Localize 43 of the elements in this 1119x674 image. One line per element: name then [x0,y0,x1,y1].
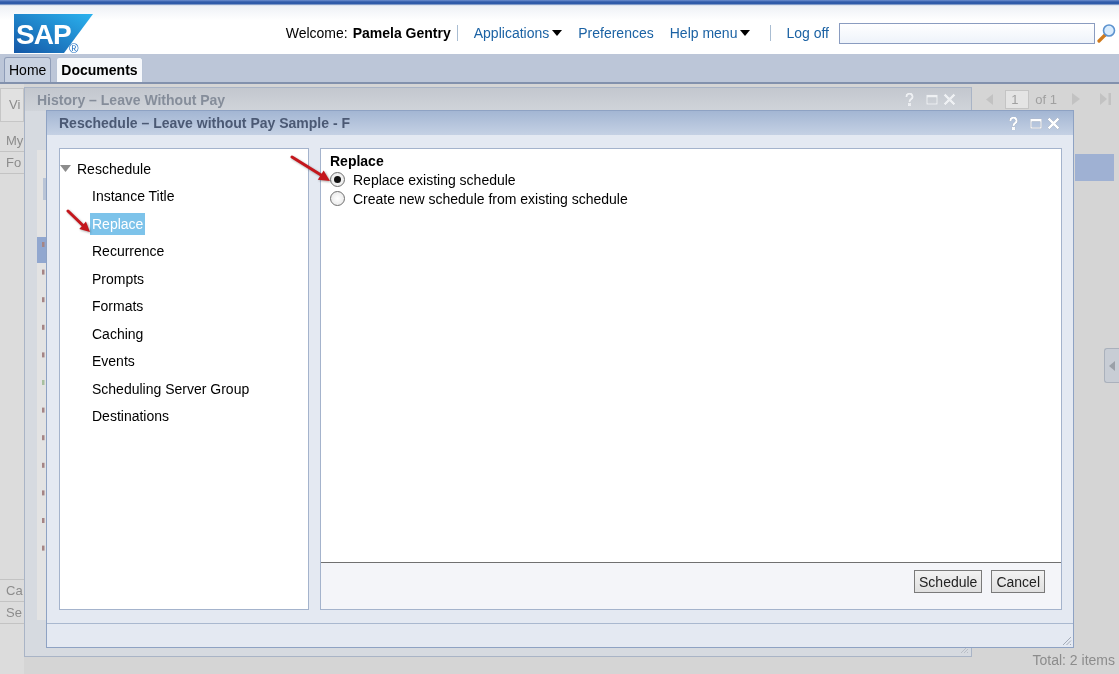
left-triangle-icon [1109,360,1115,371]
dialog-button[interactable]: Cancel [991,570,1045,593]
search-field[interactable] [839,22,1095,44]
logoff-link[interactable]: Log off [786,25,829,41]
section-title: Replace [330,153,384,170]
caret-icon [552,30,563,36]
selected-row [1075,154,1114,181]
resize-grip-icon [1062,636,1072,646]
tree-item[interactable]: Reschedule [75,157,153,180]
tree-item[interactable]: Prompts [90,267,147,290]
tab[interactable]: Home [4,57,52,82]
radio-button[interactable] [330,191,345,206]
search-icon[interactable] [1097,23,1116,43]
status-text: Total: 2 items [1032,652,1115,669]
dialog-title: Reschedule – Leave without Pay Sample - F [59,115,350,131]
welcome-label: Welcome: [285,25,348,41]
menu-link[interactable]: Help menu [669,25,751,41]
side-panel-tab[interactable] [1104,348,1119,383]
user-name: Pamela Gentry [352,25,451,41]
header-link[interactable]: Preferences [578,25,654,41]
tree-item[interactable]: Events [90,350,137,373]
close-icon[interactable] [943,93,956,106]
arrow-icon [290,154,332,184]
caret-icon[interactable] [60,163,71,175]
arrow-icon [66,209,92,234]
dialog-title: History – Leave Without Pay [37,91,226,108]
tree-item[interactable]: Instance Title [90,185,177,208]
tree-item[interactable]: Caching [90,322,146,345]
radio-label[interactable]: Replace existing schedule [353,171,516,188]
radio-button[interactable] [330,172,345,187]
dialog-button[interactable]: Schedule [914,570,983,593]
caret-icon [740,30,751,36]
maximize-icon[interactable] [926,94,938,105]
tree-item[interactable]: Destinations [90,405,172,428]
tree-item[interactable]: Recurrence [90,240,167,263]
menu-link[interactable]: Applications [473,25,563,41]
logo: SAP® [14,14,94,54]
help-icon[interactable] [1009,116,1018,130]
tab[interactable]: Documents [56,57,143,82]
help-icon[interactable] [905,93,914,106]
tree-item[interactable]: Formats [90,295,146,318]
radio-label[interactable]: Create new schedule from existing schedule [353,190,628,207]
tree-item[interactable]: Scheduling Server Group [90,377,252,400]
